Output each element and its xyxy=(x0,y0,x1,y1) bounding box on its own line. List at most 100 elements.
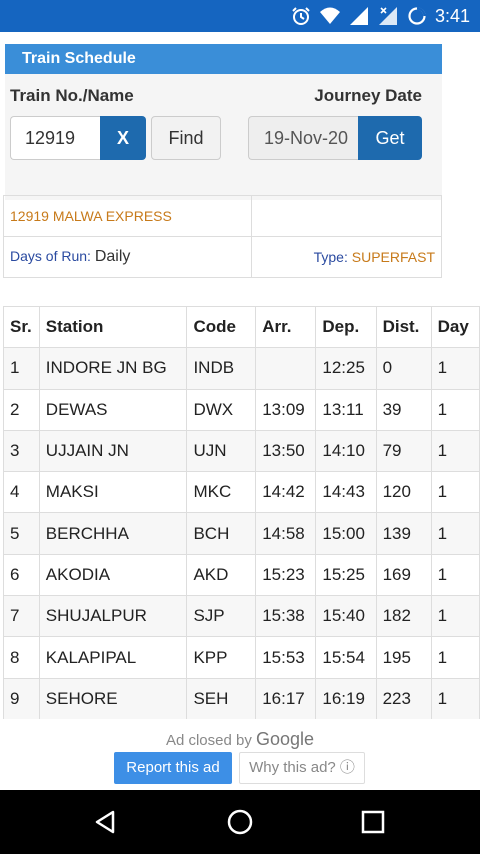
cell-day: 1 xyxy=(430,471,480,514)
clear-button[interactable]: X xyxy=(100,116,146,160)
signal-icon xyxy=(348,5,370,27)
train-type: Type: SUPERFAST xyxy=(251,236,442,278)
cell-sr: 4 xyxy=(3,471,40,514)
cell-distance: 223 xyxy=(375,677,432,720)
ad-area: Ad closed by Google Report this ad Why t… xyxy=(0,719,480,790)
cell-day: 1 xyxy=(430,388,480,431)
cell-departure: 14:10 xyxy=(315,429,377,473)
cell-code: AKD xyxy=(186,553,257,597)
alarm-icon xyxy=(290,5,312,27)
cell-arrival: 13:09 xyxy=(255,388,317,431)
cell-arrival: 15:38 xyxy=(255,595,317,638)
cell-departure: 15:25 xyxy=(315,553,377,597)
cell-sr: 6 xyxy=(3,553,40,597)
recents-icon[interactable] xyxy=(357,806,389,838)
cell-code: SEH xyxy=(186,677,257,720)
cell-sr: 1 xyxy=(3,347,40,390)
days-of-run: Days of Run: Daily xyxy=(3,236,252,278)
cell-day: 1 xyxy=(430,595,480,638)
cell-day: 1 xyxy=(430,553,480,597)
days-of-run-value: Daily xyxy=(94,248,131,265)
train-type-label: Type: xyxy=(313,249,348,265)
train-name-text: 12919 MALWA EXPRESS xyxy=(10,208,172,224)
get-button[interactable]: Get xyxy=(358,116,422,160)
cell-departure: 15:54 xyxy=(315,636,377,679)
cell-day: 1 xyxy=(430,677,480,720)
header-distance: Dist. xyxy=(375,305,432,349)
cell-day: 1 xyxy=(430,512,480,555)
table-row: 5 BERCHHA BCH 14:58 15:00 139 1 xyxy=(3,512,480,555)
table-row: 7 SHUJALPUR SJP 15:38 15:40 182 1 xyxy=(3,595,480,638)
header-station: Station xyxy=(38,305,188,349)
cell-arrival: 15:53 xyxy=(255,636,317,679)
train-type-value: SUPERFAST xyxy=(351,249,435,265)
cell-sr: 2 xyxy=(3,388,40,431)
home-icon[interactable] xyxy=(224,806,256,838)
cell-station: DEWAS xyxy=(38,388,188,431)
wifi-icon xyxy=(319,5,341,27)
cell-distance: 182 xyxy=(375,595,432,638)
table-row: 6 AKODIA AKD 15:23 15:25 169 1 xyxy=(3,553,480,597)
cell-departure: 12:25 xyxy=(315,347,377,390)
cell-distance: 0 xyxy=(375,347,432,390)
signal-no-data-icon xyxy=(377,5,399,27)
cell-distance: 139 xyxy=(375,512,432,555)
table-row: 8 KALAPIPAL KPP 15:53 15:54 195 1 xyxy=(3,636,480,679)
cell-arrival: 16:17 xyxy=(255,677,317,720)
train-name: 12919 MALWA EXPRESS xyxy=(3,195,252,237)
header-arrival: Arr. xyxy=(255,305,317,349)
cell-station: BERCHHA xyxy=(38,512,188,555)
cell-sr: 9 xyxy=(3,677,40,720)
page-title: Train Schedule xyxy=(5,44,442,74)
cell-code: MKC xyxy=(186,471,257,514)
cell-station: MAKSI xyxy=(38,471,188,514)
cell-sr: 3 xyxy=(3,429,40,473)
train-info-table: 12919 MALWA EXPRESS Days of Run: Daily T… xyxy=(3,195,442,278)
status-bar: 3:41 xyxy=(0,0,480,32)
cell-departure: 14:43 xyxy=(315,471,377,514)
back-icon[interactable] xyxy=(90,806,122,838)
cell-distance: 195 xyxy=(375,636,432,679)
cell-distance: 39 xyxy=(375,388,432,431)
why-this-ad-button[interactable]: Why this ad? ⓘ xyxy=(239,752,365,784)
cell-code: BCH xyxy=(186,512,257,555)
cell-arrival: 13:50 xyxy=(255,429,317,473)
cell-sr: 8 xyxy=(3,636,40,679)
cell-departure: 13:11 xyxy=(315,388,377,431)
ad-closed-text: Ad closed by xyxy=(165,732,252,749)
journey-date-label: Journey Date xyxy=(314,86,422,105)
cell-distance: 169 xyxy=(375,553,432,597)
cell-arrival xyxy=(255,347,317,390)
schedule-body: 1 INDORE JN BG INDB 12:25 0 1 2 DEWAS DWX 13:09 13… xyxy=(3,347,480,762)
table-row: 9 SEHORE SEH 16:17 16:19 223 1 xyxy=(3,677,480,720)
cell-code: DWX xyxy=(186,388,257,431)
find-button[interactable]: Find xyxy=(151,116,221,160)
cell-distance: 120 xyxy=(375,471,432,514)
cell-code: SJP xyxy=(186,595,257,638)
cell-departure: 16:19 xyxy=(315,677,377,720)
cell-station: UJJAIN JN xyxy=(38,429,188,473)
cell-arrival: 15:23 xyxy=(255,553,317,597)
table-row: 2 DEWAS DWX 13:09 13:11 39 1 xyxy=(3,388,480,431)
navigation-bar xyxy=(0,790,480,854)
cell-sr: 5 xyxy=(3,512,40,555)
train-number-input[interactable]: 12919 xyxy=(10,116,106,160)
train-info-empty-cell xyxy=(251,195,442,237)
journey-date-input[interactable]: 19-Nov-20 xyxy=(248,116,362,160)
table-row: 1 INDORE JN BG INDB 12:25 0 1 xyxy=(3,347,480,390)
page-content: Train Schedule Train No./Name Journey Da… xyxy=(0,32,480,790)
header-day: Day xyxy=(430,305,480,349)
table-row: 3 UJJAIN JN UJN 13:50 14:10 79 1 xyxy=(3,429,480,473)
cell-departure: 15:40 xyxy=(315,595,377,638)
status-icons: 3:41 xyxy=(290,4,470,28)
header-departure: Dep. xyxy=(315,305,377,349)
cell-code: INDB xyxy=(186,347,257,390)
cell-station: INDORE JN BG xyxy=(38,347,188,390)
train-number-label: Train No./Name xyxy=(10,86,134,105)
cell-station: SHUJALPUR xyxy=(38,595,188,638)
header-code: Code xyxy=(186,305,257,349)
cell-code: UJN xyxy=(186,429,257,473)
table-row: 4 MAKSI MKC 14:42 14:43 120 1 xyxy=(3,471,480,514)
cell-arrival: 14:42 xyxy=(255,471,317,514)
report-ad-button[interactable]: Report this ad xyxy=(114,752,232,784)
